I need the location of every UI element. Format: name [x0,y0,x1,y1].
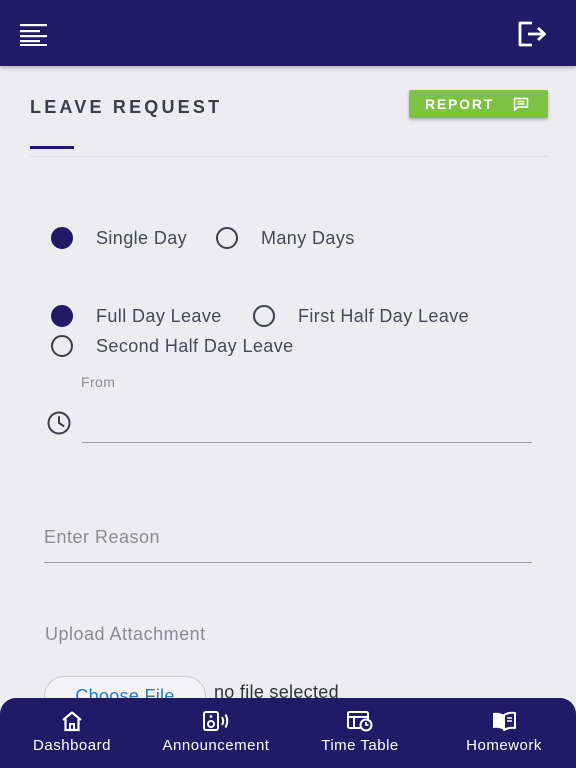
second-half-day-leave-radio[interactable] [51,335,73,357]
reason-input[interactable] [44,510,532,563]
nav-item-time-table[interactable]: Time Table [288,698,432,768]
from-label: From [81,374,116,390]
timetable-icon [347,711,373,732]
first-half-day-leave-radio[interactable] [253,305,275,327]
home-icon [62,711,82,732]
book-icon [493,711,516,731]
second-half-day-leave-label[interactable]: Second Half Day Leave [96,336,294,357]
nav-label-time-table: Time Table [321,737,399,754]
title-underline [30,146,74,149]
speaker-icon [203,711,229,731]
report-button-label: REPORT [425,96,495,112]
bottom-navigation: Dashboard Announcement Time Table Homewo… [0,698,576,768]
nav-label-announcement: Announcement [162,737,270,754]
first-half-day-leave-label[interactable]: First Half Day Leave [298,306,469,327]
many-days-label[interactable]: Many Days [261,228,355,249]
nav-item-dashboard[interactable]: Dashboard [0,698,144,768]
nav-item-homework[interactable]: Homework [432,698,576,768]
full-day-leave-radio[interactable] [51,305,73,327]
title-divider [30,156,548,157]
nav-label-dashboard: Dashboard [33,737,111,754]
nav-label-homework: Homework [466,737,542,754]
single-day-radio[interactable] [51,227,73,249]
upload-attachment-label: Upload Attachment [45,624,206,644]
full-day-leave-label[interactable]: Full Day Leave [96,306,222,327]
from-date-input[interactable] [82,405,532,443]
page-title: LEAVE REQUEST [30,97,223,117]
clock-icon[interactable] [46,410,72,436]
report-button[interactable]: REPORT [409,90,548,118]
logout-icon[interactable] [516,20,548,48]
many-days-radio[interactable] [216,227,238,249]
menu-icon[interactable] [20,22,48,46]
single-day-label[interactable]: Single Day [96,228,187,249]
message-icon [513,97,529,111]
top-app-bar [0,0,576,66]
nav-item-announcement[interactable]: Announcement [144,698,288,768]
